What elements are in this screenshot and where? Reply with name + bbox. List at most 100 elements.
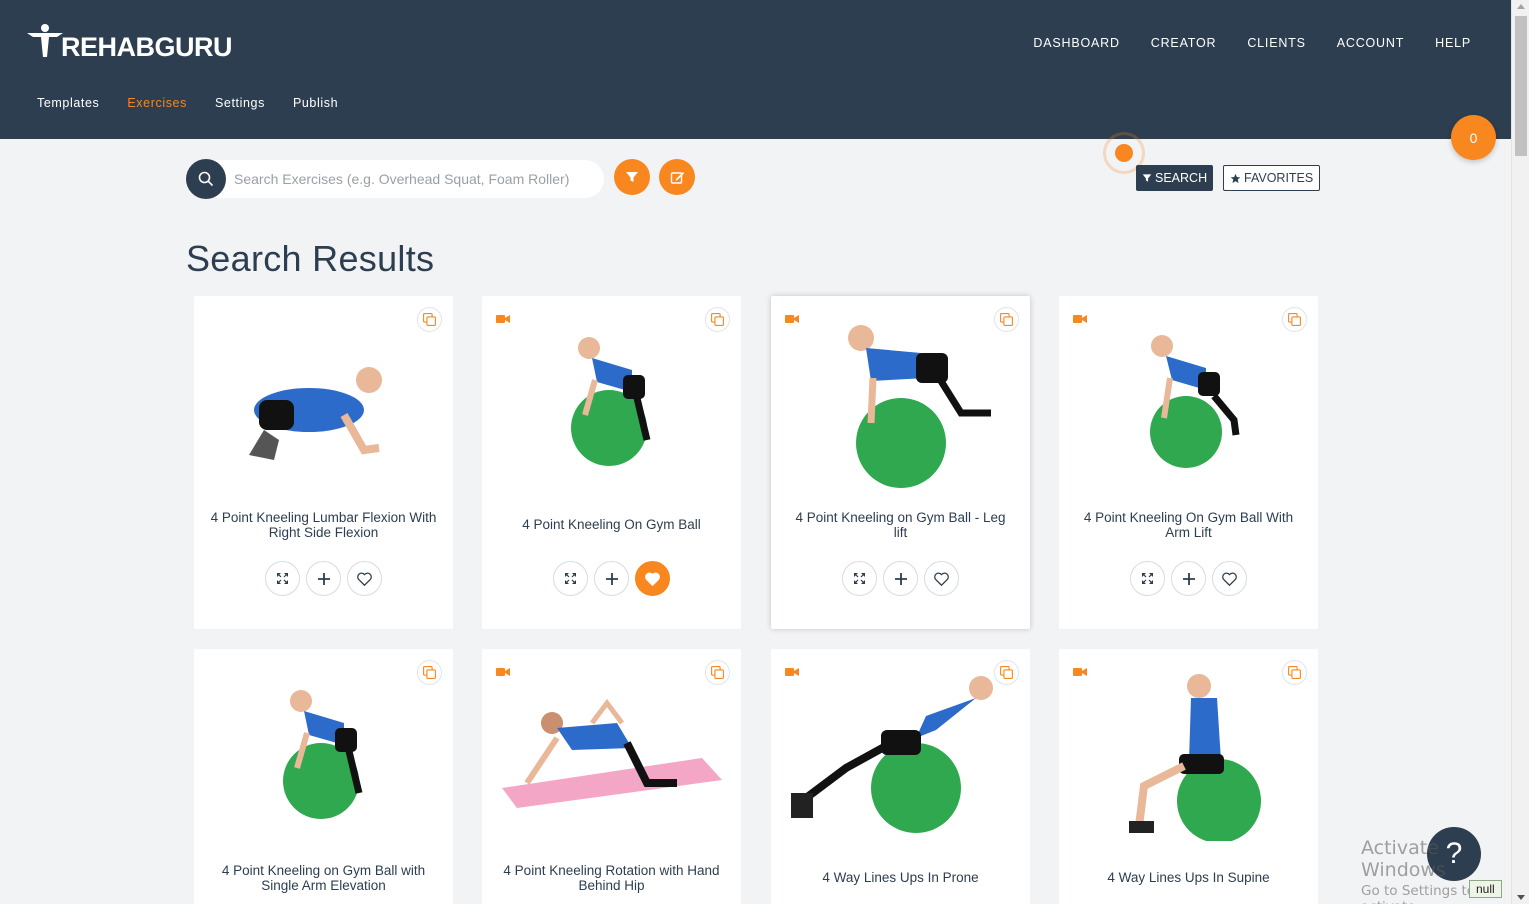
exercise-thumbnail[interactable] bbox=[208, 310, 439, 490]
exercise-card[interactable]: 4 Point Kneeling Rotation with Hand Behi… bbox=[482, 649, 741, 904]
star-icon bbox=[1230, 173, 1241, 183]
expand-icon bbox=[277, 573, 288, 584]
exercise-title[interactable]: 4 Point Kneeling On Gym Ball bbox=[498, 517, 725, 532]
subnav-publish[interactable]: Publish bbox=[293, 96, 338, 110]
copy-exercise-button[interactable] bbox=[705, 660, 730, 685]
favorites-label: FAVORITES bbox=[1244, 171, 1314, 185]
logo-figure-icon bbox=[27, 23, 63, 57]
exercise-title[interactable]: 4 Point Kneeling Lumbar Flexion With Rig… bbox=[210, 510, 437, 540]
expand-button[interactable] bbox=[553, 561, 588, 596]
expand-icon bbox=[565, 573, 576, 584]
plus-icon bbox=[1182, 572, 1195, 585]
copy-icon bbox=[1288, 313, 1301, 326]
top-navigation: DASHBOARD CREATOR CLIENTS ACCOUNT HELP bbox=[1033, 36, 1471, 50]
scrollbar-thumb[interactable] bbox=[1515, 16, 1527, 156]
exercise-actions bbox=[194, 561, 453, 596]
subnav-exercises[interactable]: Exercises bbox=[127, 96, 187, 110]
exercise-card[interactable]: 4 Point Kneeling On Gym Ball bbox=[482, 296, 741, 629]
exercise-title[interactable]: 4 Way Lines Ups In Supine bbox=[1075, 870, 1302, 885]
favorite-button[interactable] bbox=[1212, 561, 1247, 596]
nav-account[interactable]: ACCOUNT bbox=[1337, 36, 1404, 50]
exercise-thumbnail[interactable] bbox=[1073, 310, 1304, 490]
copy-exercise-button[interactable] bbox=[705, 307, 730, 332]
heart-icon bbox=[645, 572, 660, 586]
add-to-program-button[interactable] bbox=[594, 561, 629, 596]
exercise-actions bbox=[482, 561, 741, 596]
filter-button[interactable] bbox=[614, 159, 650, 195]
video-camera-icon bbox=[496, 668, 510, 676]
plus-icon bbox=[317, 572, 330, 585]
exercise-card[interactable]: 4 Point Kneeling Lumbar Flexion With Rig… bbox=[194, 296, 453, 629]
exercise-thumbnail[interactable] bbox=[496, 310, 727, 490]
watermark-line-2: Go to Settings to activate bbox=[1361, 883, 1475, 904]
exercise-card[interactable]: 4 Point Kneeling on Gym Ball - Leg lift bbox=[771, 296, 1030, 629]
search-button[interactable] bbox=[186, 159, 226, 199]
exercise-card[interactable]: 4 Way Lines Ups In Prone bbox=[771, 649, 1030, 904]
exercise-actions bbox=[771, 561, 1030, 596]
nav-creator[interactable]: CREATOR bbox=[1151, 36, 1217, 50]
scroll-up-arrow-icon[interactable] bbox=[1517, 4, 1525, 9]
exercise-thumbnail[interactable] bbox=[785, 663, 1016, 843]
expand-icon bbox=[854, 573, 865, 584]
exercise-thumbnail[interactable] bbox=[208, 663, 439, 843]
subnav-templates[interactable]: Templates bbox=[37, 96, 99, 110]
filter-icon bbox=[1142, 174, 1152, 182]
copy-exercise-button[interactable] bbox=[417, 307, 442, 332]
exercise-title[interactable]: 4 Way Lines Ups In Prone bbox=[787, 870, 1014, 885]
favorite-button[interactable] bbox=[924, 561, 959, 596]
favorite-button[interactable] bbox=[635, 561, 670, 596]
copy-icon bbox=[423, 666, 436, 679]
expand-button[interactable] bbox=[1130, 561, 1165, 596]
search-filter-button[interactable]: SEARCH bbox=[1136, 165, 1214, 191]
exercise-title[interactable]: 4 Point Kneeling on Gym Ball - Leg lift bbox=[787, 510, 1014, 540]
add-to-program-button[interactable] bbox=[883, 561, 918, 596]
copy-exercise-button[interactable] bbox=[994, 660, 1019, 685]
copy-exercise-button[interactable] bbox=[994, 307, 1019, 332]
video-indicator bbox=[496, 311, 510, 329]
exercise-thumbnail[interactable] bbox=[785, 310, 1016, 490]
exercise-thumbnail[interactable] bbox=[1073, 663, 1304, 843]
expand-button[interactable] bbox=[842, 561, 877, 596]
video-indicator bbox=[1073, 664, 1087, 682]
exercise-cart-badge[interactable]: 0 bbox=[1451, 115, 1496, 160]
sub-navigation: Templates Exercises Settings Publish bbox=[37, 96, 338, 110]
copy-icon bbox=[1000, 313, 1013, 326]
copy-icon bbox=[1000, 666, 1013, 679]
nav-dashboard[interactable]: DASHBOARD bbox=[1033, 36, 1119, 50]
favorite-button[interactable] bbox=[347, 561, 382, 596]
copy-exercise-button[interactable] bbox=[1282, 307, 1307, 332]
create-exercise-button[interactable] bbox=[659, 159, 695, 195]
favorites-button[interactable]: FAVORITES bbox=[1223, 165, 1321, 191]
exercise-title[interactable]: 4 Point Kneeling Rotation with Hand Behi… bbox=[498, 863, 725, 893]
subnav-settings[interactable]: Settings bbox=[215, 96, 265, 110]
video-camera-icon bbox=[785, 668, 799, 676]
video-camera-icon bbox=[496, 315, 510, 323]
rehabguru-logo[interactable]: REHABGURU bbox=[25, 18, 233, 63]
exercise-card[interactable]: 4 Point Kneeling On Gym Ball With Arm Li… bbox=[1059, 296, 1318, 629]
search-input[interactable] bbox=[206, 160, 604, 198]
exercise-card[interactable]: 4 Point Kneeling on Gym Ball with Single… bbox=[194, 649, 453, 904]
exercise-thumbnail[interactable] bbox=[496, 663, 727, 843]
copy-exercise-button[interactable] bbox=[417, 660, 442, 685]
plus-icon bbox=[605, 572, 618, 585]
windows-activation-watermark: Activate Windows Go to Settings to activ… bbox=[1361, 837, 1529, 904]
add-to-program-button[interactable] bbox=[1171, 561, 1206, 596]
video-camera-icon bbox=[1073, 668, 1087, 676]
nav-help[interactable]: HELP bbox=[1435, 36, 1471, 50]
logo-text: REHABGURU bbox=[61, 32, 233, 62]
video-indicator bbox=[1073, 311, 1087, 329]
exercise-actions bbox=[1059, 561, 1318, 596]
exercise-title[interactable]: 4 Point Kneeling On Gym Ball With Arm Li… bbox=[1075, 510, 1302, 540]
exercise-title[interactable]: 4 Point Kneeling on Gym Ball with Single… bbox=[210, 863, 437, 893]
video-indicator bbox=[785, 664, 799, 682]
exercise-card[interactable]: 4 Way Lines Ups In Supine bbox=[1059, 649, 1318, 904]
copy-exercise-button[interactable] bbox=[1282, 660, 1307, 685]
copy-icon bbox=[423, 313, 436, 326]
nav-clients[interactable]: CLIENTS bbox=[1247, 36, 1305, 50]
add-to-program-button[interactable] bbox=[306, 561, 341, 596]
edit-icon bbox=[670, 171, 684, 184]
page-scrollbar[interactable] bbox=[1511, 0, 1529, 904]
expand-button[interactable] bbox=[265, 561, 300, 596]
copy-icon bbox=[711, 666, 724, 679]
filter-icon bbox=[626, 172, 638, 182]
